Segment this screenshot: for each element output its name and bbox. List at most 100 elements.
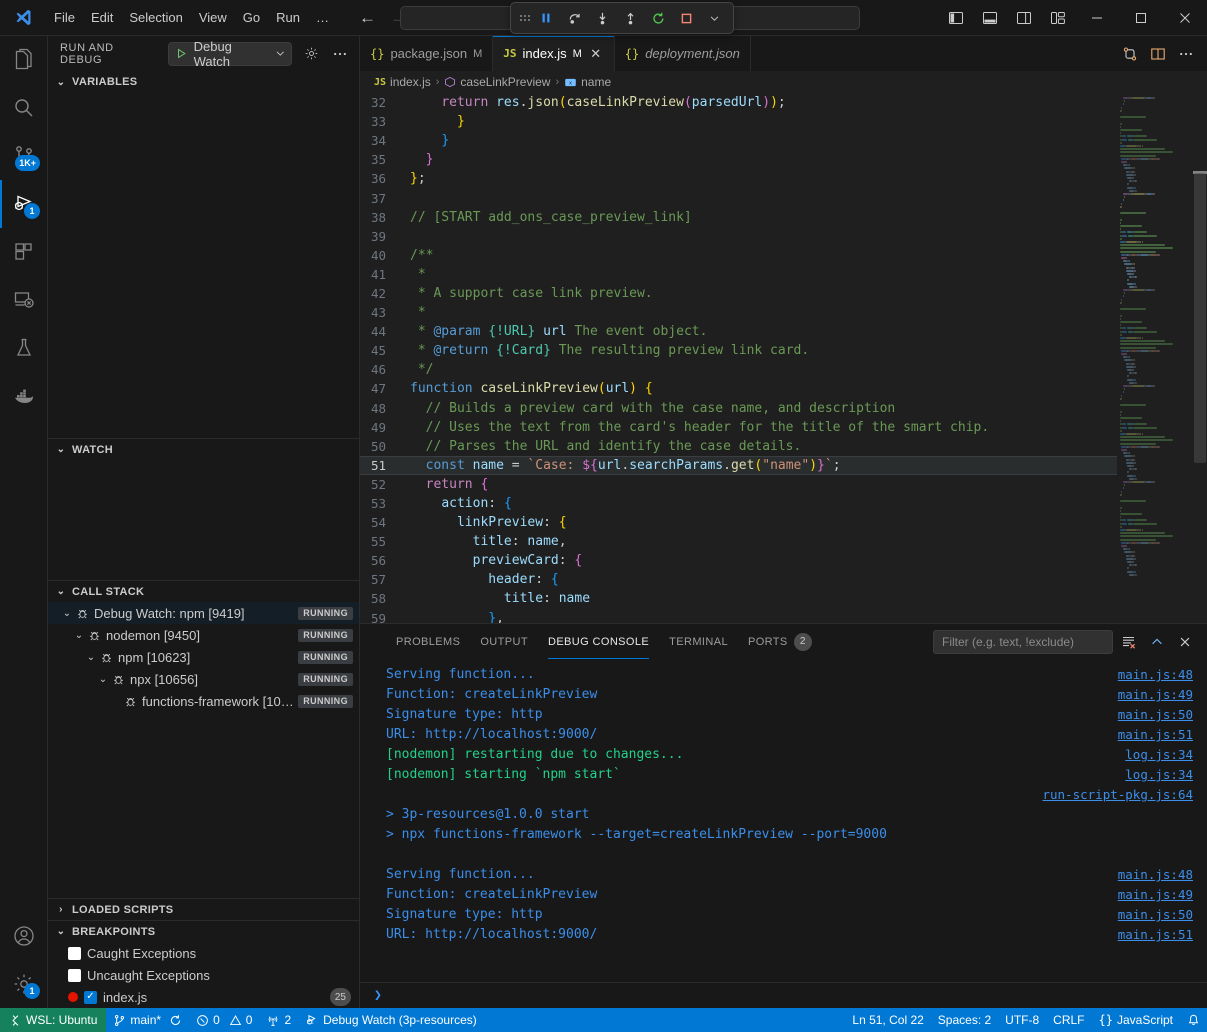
pane-header-watch[interactable]: ⌄ WATCH xyxy=(48,438,359,460)
console-line[interactable]: Signature type: httpmain.js:50 xyxy=(360,705,1207,725)
console-line[interactable]: URL: http://localhost:9000/main.js:51 xyxy=(360,725,1207,745)
console-line[interactable]: Signature type: httpmain.js:50 xyxy=(360,905,1207,925)
code-line[interactable]: 36}; xyxy=(360,169,1117,188)
status-cursor-position[interactable]: Ln 51, Col 22 xyxy=(845,1008,930,1032)
call-stack-row[interactable]: ⌄ Debug Watch: npm [9419] RUNNING xyxy=(48,602,359,624)
breadcrumb-symbol-function[interactable]: caseLinkPreview xyxy=(444,75,550,89)
code-line[interactable]: 56 previewCard: { xyxy=(360,551,1117,570)
status-indentation[interactable]: Spaces: 2 xyxy=(931,1008,998,1032)
code-line[interactable]: 34 } xyxy=(360,131,1117,150)
console-line[interactable]: Serving function...main.js:48 xyxy=(360,665,1207,685)
code-line[interactable]: 32 return res.json(caseLinkPreview(parse… xyxy=(360,93,1117,112)
toggle-primary-sidebar-icon[interactable] xyxy=(939,0,973,36)
status-notifications[interactable] xyxy=(1180,1008,1207,1032)
console-filter-input[interactable]: Filter (e.g. text, !exclude) xyxy=(933,630,1113,654)
close-tab-icon[interactable]: ✕ xyxy=(588,46,604,62)
step-out-icon[interactable] xyxy=(617,6,643,30)
console-source-link[interactable]: main.js:51 xyxy=(1118,925,1193,945)
console-line[interactable]: run-script-pkg.js:64 xyxy=(360,785,1207,805)
status-language-mode[interactable]: {} JavaScript xyxy=(1092,1008,1180,1032)
console-line[interactable]: > npx functions-framework --target=creat… xyxy=(360,825,1207,845)
maximize-window-button[interactable] xyxy=(1119,0,1163,36)
console-line[interactable]: URL: http://localhost:9000/main.js:51 xyxy=(360,925,1207,945)
step-into-icon[interactable] xyxy=(589,6,615,30)
console-source-link[interactable]: log.js:34 xyxy=(1125,745,1193,765)
chevron-down-icon[interactable] xyxy=(701,6,727,30)
console-line[interactable]: [nodemon] restarting due to changes...lo… xyxy=(360,745,1207,765)
call-stack-row[interactable]: ⌄ nodemon [9450] RUNNING xyxy=(48,624,359,646)
chevron-down-icon[interactable]: ⌄ xyxy=(72,630,86,641)
code-viewport[interactable]: 32 return res.json(caseLinkPreview(parse… xyxy=(360,93,1117,623)
activity-item-remote-explorer[interactable] xyxy=(0,276,47,324)
menu-file[interactable]: File xyxy=(46,7,83,28)
activity-item-docker[interactable] xyxy=(0,372,47,420)
call-stack-row[interactable]: ⌄ npm [10623] RUNNING xyxy=(48,646,359,668)
panel-tab-terminal[interactable]: TERMINAL xyxy=(659,624,738,659)
close-panel-icon[interactable] xyxy=(1173,630,1197,654)
code-line[interactable]: 46 */ xyxy=(360,360,1117,379)
console-source-link[interactable]: log.js:34 xyxy=(1125,765,1193,785)
code-line[interactable]: 42 * A support case link preview. xyxy=(360,284,1117,303)
editor-more-actions-icon[interactable] xyxy=(1173,41,1199,67)
call-stack-row[interactable]: ⌄ npx [10656] RUNNING xyxy=(48,668,359,690)
code-line[interactable]: 49 // Uses the text from the card's head… xyxy=(360,418,1117,437)
pane-header-variables[interactable]: ⌄ VARIABLES xyxy=(48,71,359,93)
tab-package-json[interactable]: {} package.json M xyxy=(360,36,493,71)
code-line[interactable]: 45 * @return {!Card} The resulting previ… xyxy=(360,341,1117,360)
code-line[interactable]: 54 linkPreview: { xyxy=(360,513,1117,532)
split-editor-icon[interactable] xyxy=(1145,41,1171,67)
activity-item-extensions[interactable] xyxy=(0,228,47,276)
activity-item-search[interactable] xyxy=(0,84,47,132)
code-line[interactable]: 35 } xyxy=(360,150,1117,169)
panel-tab-output[interactable]: OUTPUT xyxy=(470,624,538,659)
menu-bar[interactable]: File Edit Selection View Go Run … xyxy=(46,7,337,28)
chevron-down-icon[interactable]: ⌄ xyxy=(60,608,74,619)
sidebar-more-actions-icon[interactable] xyxy=(330,43,351,65)
activity-item-accounts[interactable] xyxy=(0,912,47,960)
pause-icon[interactable] xyxy=(533,6,559,30)
customize-layout-icon[interactable] xyxy=(1041,0,1075,36)
console-source-link[interactable]: main.js:48 xyxy=(1118,665,1193,685)
activity-item-source-control[interactable]: 1K+ xyxy=(0,132,47,180)
editor-scrollbar[interactable] xyxy=(1193,93,1207,623)
toggle-panel-icon[interactable] xyxy=(973,0,1007,36)
status-encoding[interactable]: UTF-8 xyxy=(998,1008,1046,1032)
code-line[interactable]: 57 header: { xyxy=(360,570,1117,589)
console-line[interactable]: [nodemon] starting `npm start`log.js:34 xyxy=(360,765,1207,785)
minimize-window-button[interactable] xyxy=(1075,0,1119,36)
debug-configuration-select[interactable]: Debug Watch xyxy=(168,42,292,66)
console-line[interactable]: Function: createLinkPreviewmain.js:49 xyxy=(360,685,1207,705)
code-line[interactable]: 39 xyxy=(360,227,1117,246)
code-line[interactable]: 41 * xyxy=(360,265,1117,284)
menu-run[interactable]: Run xyxy=(268,7,308,28)
breakpoint-checkbox[interactable] xyxy=(68,969,81,982)
status-debug-session[interactable]: Debug Watch (3p-resources) xyxy=(298,1008,484,1032)
console-source-link[interactable]: main.js:49 xyxy=(1118,885,1193,905)
console-line[interactable]: > 3p-resources@1.0.0 start xyxy=(360,805,1207,825)
code-line[interactable]: 43 * xyxy=(360,303,1117,322)
debug-console-output[interactable]: Serving function...main.js:48Function: c… xyxy=(360,659,1207,982)
menu-go[interactable]: Go xyxy=(235,7,268,28)
go-back-icon[interactable]: ← xyxy=(359,9,376,26)
restart-icon[interactable] xyxy=(645,6,671,30)
pane-header-loaded-scripts[interactable]: › LOADED SCRIPTS xyxy=(48,898,359,920)
activity-item-testing[interactable] xyxy=(0,324,47,372)
code-editor[interactable]: 32 return res.json(caseLinkPreview(parse… xyxy=(360,93,1207,623)
open-launch-json-icon[interactable] xyxy=(300,43,321,65)
panel-tab-problems[interactable]: PROBLEMS xyxy=(386,624,470,659)
pane-header-breakpoints[interactable]: ⌄ BREAKPOINTS xyxy=(48,920,359,942)
code-line[interactable]: 44 * @param {!URL} url The event object. xyxy=(360,322,1117,341)
code-line[interactable]: 40/** xyxy=(360,246,1117,265)
step-over-icon[interactable] xyxy=(561,6,587,30)
code-line[interactable]: 59 }, xyxy=(360,609,1117,623)
console-source-link[interactable]: main.js:48 xyxy=(1118,865,1193,885)
chevron-down-icon[interactable]: ⌄ xyxy=(96,674,110,685)
console-source-link[interactable]: main.js:50 xyxy=(1118,705,1193,725)
console-line[interactable]: Function: createLinkPreviewmain.js:49 xyxy=(360,885,1207,905)
stop-icon[interactable] xyxy=(673,6,699,30)
console-source-link[interactable]: run-script-pkg.js:64 xyxy=(1042,785,1193,805)
maximize-panel-icon[interactable] xyxy=(1145,630,1169,654)
status-eol[interactable]: CRLF xyxy=(1046,1008,1091,1032)
tab-index-js[interactable]: JS index.js M ✕ xyxy=(493,36,615,71)
debug-toolbar-drag-handle[interactable] xyxy=(517,15,531,21)
